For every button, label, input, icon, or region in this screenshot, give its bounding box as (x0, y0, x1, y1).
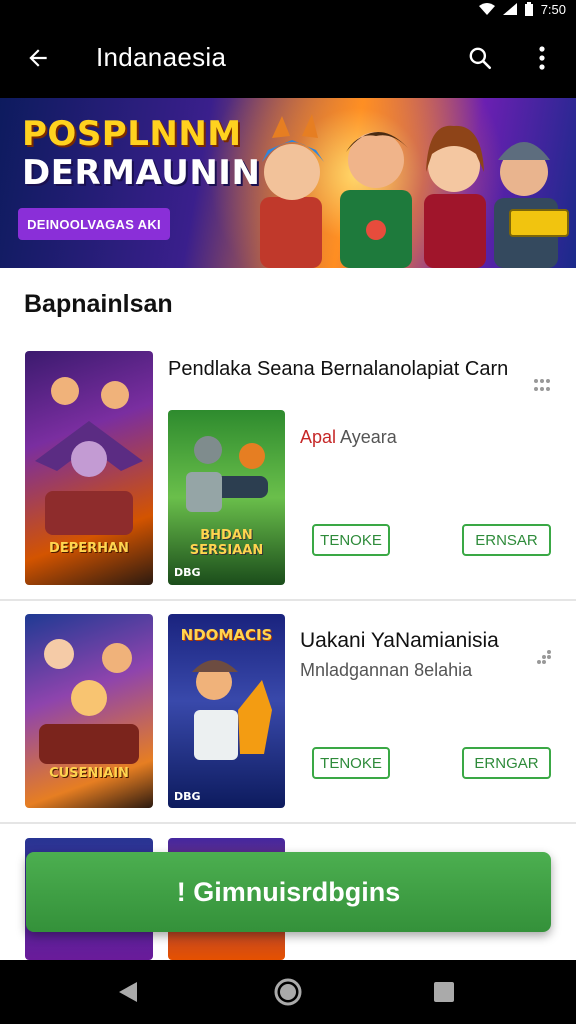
item-subtitle-accent: Apal (300, 427, 337, 447)
game-cover-large[interactable]: CUSENIAIN (25, 614, 153, 808)
banner-title-line1: POSPLNNM (22, 114, 242, 154)
banner-heroes-illustration (260, 114, 569, 268)
item-title: Uakani YaNamianisia (300, 629, 499, 652)
back-button[interactable] (18, 38, 58, 78)
cover-title: CUSENIAIN (49, 766, 129, 781)
game-cover-large[interactable]: DEPERHAN (25, 351, 153, 585)
item-title: Pendlaka Seana Bernalanolapiat Carn (168, 358, 509, 380)
drag-handle-icon (534, 379, 550, 391)
nav-back-button[interactable] (110, 974, 146, 1010)
game-cover-small[interactable]: NDOMACIS DBG (168, 614, 285, 808)
app-title: Indanaesia (96, 42, 227, 72)
nav-recents-button[interactable] (426, 974, 462, 1010)
nav-recents-icon (434, 982, 454, 1002)
cover-title: BHDAN SERSIAAN (189, 528, 264, 558)
cover-footer: DBG (174, 790, 201, 803)
secondary-action-button[interactable]: ERNSAR (462, 524, 551, 556)
more-vert-icon (539, 46, 545, 70)
arrow-back-icon (29, 49, 47, 67)
nav-home-icon (274, 978, 302, 1006)
nav-home-button[interactable] (270, 974, 306, 1010)
cover-title: NDOMACIS (180, 626, 273, 644)
navigation-bar (0, 960, 576, 1024)
battery-icon (524, 2, 533, 16)
status-time: 7:50 (540, 1, 566, 17)
game-cover-small[interactable]: BHDAN SERSIAAN DBG (168, 410, 285, 585)
primary-floating-button[interactable]: ! Gimnuisrdbgins (26, 852, 551, 932)
divider (0, 599, 576, 601)
status-icons: 7:50 (478, 0, 566, 18)
app-bar: Indanaesia (0, 18, 576, 98)
drag-handle[interactable] (534, 647, 554, 667)
signal-icon (502, 3, 517, 15)
cover-title: DEPERHAN (49, 541, 129, 556)
wifi-icon (478, 3, 495, 15)
drag-handle[interactable] (532, 375, 552, 395)
secondary-action-button[interactable]: ERNGAR (462, 747, 551, 779)
primary-action-button[interactable]: TENOKE (312, 524, 390, 556)
drag-handle-icon (537, 650, 551, 664)
search-icon (469, 47, 492, 70)
nav-back-icon (119, 982, 137, 1002)
status-bar: 7:50 (0, 0, 576, 18)
banner-title-line2: DERMAUNIN (22, 153, 261, 193)
promo-banner[interactable]: POSPLNNM DERMAUNIN DEINOOLVAGAS AKI (0, 98, 576, 268)
divider (0, 822, 576, 824)
item-subtitle-rest: Ayeara (336, 427, 397, 447)
cover-footer: DBG (174, 566, 201, 579)
search-button[interactable] (460, 38, 500, 78)
item-subtitle: Apal Ayeara (300, 427, 397, 448)
section-title: Bapnainlsan (24, 290, 173, 318)
primary-action-button[interactable]: TENOKE (312, 747, 390, 779)
more-options-button[interactable] (522, 38, 562, 78)
item-subtitle: Mnladgannan 8elahia (300, 660, 473, 680)
banner-cta-button[interactable]: DEINOOLVAGAS AKI (18, 208, 170, 240)
cover-art-illustration (186, 436, 268, 512)
